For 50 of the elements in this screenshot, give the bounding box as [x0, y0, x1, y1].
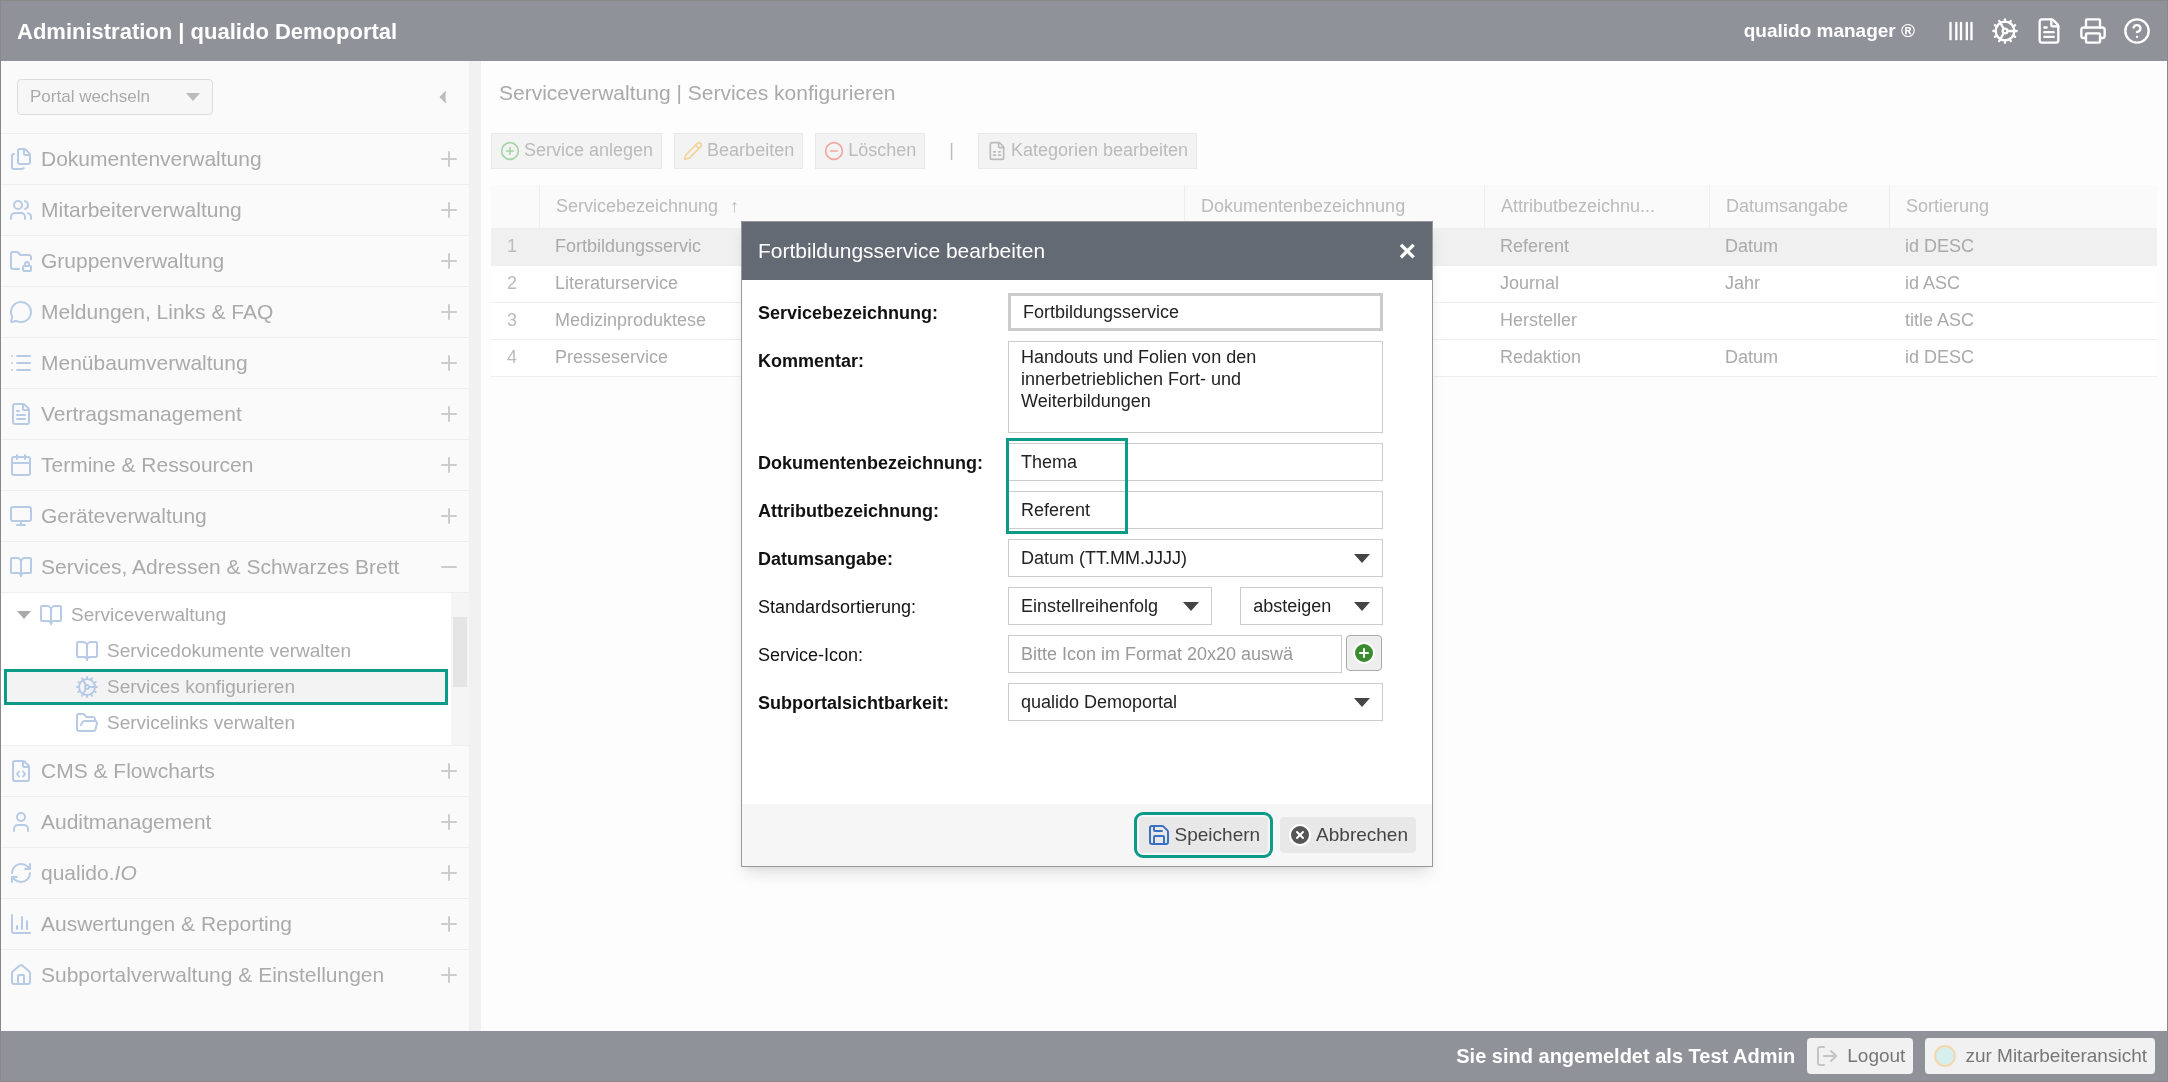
field-label: Attributbezeichnung: [758, 500, 940, 523]
table-cell: Redaktion [1500, 347, 1582, 367]
table-cell: Referent [1500, 236, 1570, 256]
dialog-title: Fortbildungsservice bearbeiten [758, 238, 1046, 265]
table-cell: Datum [1725, 347, 1778, 367]
menu-label: Auditmanagement [41, 809, 213, 836]
menu-label: Services, Adressen & Schwarzes Brett [41, 554, 401, 581]
table-cell: Jahr [1725, 273, 1760, 293]
table-cell: Presseservice [555, 347, 669, 367]
row-number: 3 [506, 309, 518, 332]
field-label: Service-Icon: [758, 644, 865, 667]
table-cell: id DESC [1905, 236, 1975, 256]
table-cell: title ASC [1905, 310, 1975, 330]
tree-label: Servicedokumente verwalten [107, 638, 351, 663]
product-name: qualido manager ® [1743, 18, 1915, 43]
table-cell: Fortbildungsservic [555, 236, 702, 256]
menu-label: Meldungen, Links & FAQ [41, 299, 275, 326]
table-cell: Hersteller [1500, 310, 1578, 330]
menu-label: Geräteverwaltung [41, 503, 208, 530]
menu-label: Subportalverwaltung & Einstellungen [41, 962, 386, 989]
menu-label: Menübaumverwaltung [41, 350, 249, 377]
menu-label: Vertragsmanagement [41, 401, 243, 428]
row-number: 4 [506, 346, 518, 369]
breadcrumb: Serviceverwaltung | Services konfigurieren [498, 80, 897, 106]
menu-label: Mitarbeiterverwaltung [41, 197, 243, 224]
menu-label: Auswertungen & Reporting [41, 911, 293, 938]
menu-label: CMS & Flowcharts [41, 758, 216, 785]
table-cell: id ASC [1905, 273, 1961, 293]
table-cell: Datum [1725, 236, 1778, 256]
tree-label: Services konfigurieren [107, 674, 295, 699]
toolbar-separator: | [949, 139, 954, 162]
menu-label: Gruppenverwaltung [41, 248, 226, 275]
table-cell: Literaturservice [555, 273, 679, 293]
field-label: Kommentar: [758, 350, 865, 373]
app-title: Administration | qualido Demoportal [17, 17, 398, 46]
login-status: Sie sind angemeldet als Test Admin [1456, 1044, 1796, 1069]
field-label: Servicebezeichnung: [758, 302, 940, 325]
menu-label: qualido.IO [41, 860, 138, 887]
tree-label: Serviceverwaltung [71, 602, 227, 627]
table-cell: Medizinproduktese [555, 310, 707, 330]
menu-label: Termine & Ressourcen [41, 452, 255, 479]
table-cell: id DESC [1905, 347, 1975, 367]
field-label: Standardsortierung: [758, 596, 918, 619]
menu-label: Dokumentenverwaltung [41, 146, 263, 173]
table-cell: Journal [1500, 273, 1560, 293]
row-number: 2 [506, 272, 518, 295]
field-label: Subportalsichtbarkeit: [758, 692, 951, 715]
field-label: Datumsangabe: [758, 548, 895, 571]
field-label: Dokumentenbezeichnung: [758, 452, 984, 475]
tree-label: Servicelinks verwalten [107, 710, 295, 735]
